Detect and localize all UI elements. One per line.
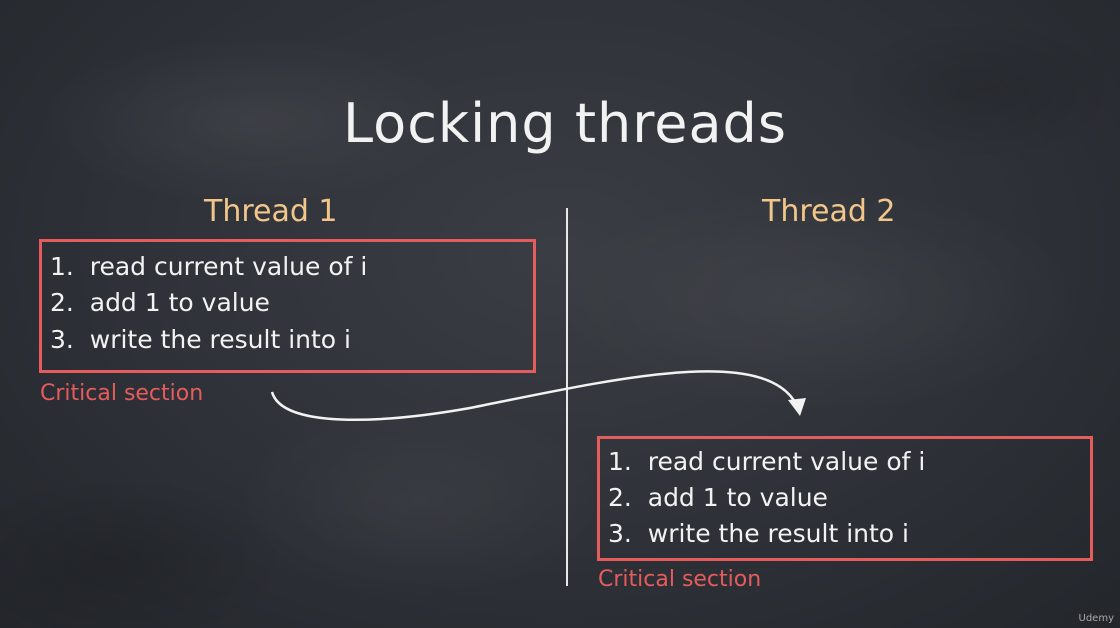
arrowhead-icon: [788, 398, 806, 416]
udemy-watermark: Udemy: [1078, 613, 1114, 624]
flow-arrow: [270, 370, 806, 422]
arrow-curve: [270, 370, 800, 422]
